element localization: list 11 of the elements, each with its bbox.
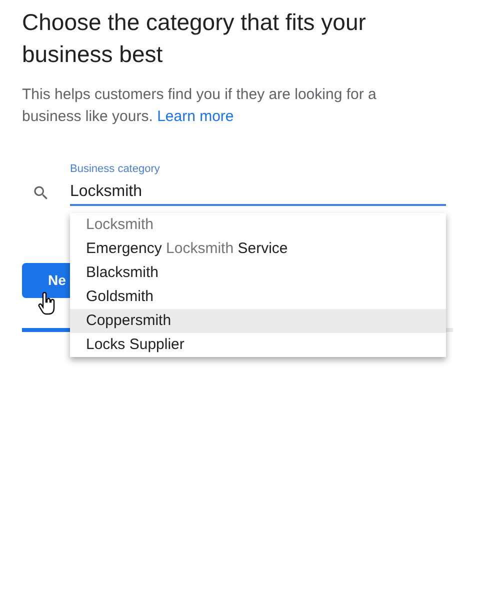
page-heading: Choose the category that fits your business best xyxy=(22,8,367,69)
suggestion-item[interactable]: Coppersmith xyxy=(70,309,446,333)
business-category-input[interactable]: Locksmith xyxy=(70,182,446,206)
description-text: This helps customers find you if they are looking for a business like yours. Learn more xyxy=(22,85,378,127)
field-label: Business category xyxy=(70,162,160,176)
learn-more-link[interactable]: Learn more xyxy=(157,108,234,125)
hand-cursor-icon xyxy=(38,292,56,316)
suggestion-item[interactable]: Locksmith xyxy=(70,213,446,237)
search-icon xyxy=(32,184,50,202)
suggestion-item[interactable]: Locks Supplier xyxy=(70,333,446,357)
suggestion-item[interactable]: Emergency Locksmith Service xyxy=(70,237,446,261)
